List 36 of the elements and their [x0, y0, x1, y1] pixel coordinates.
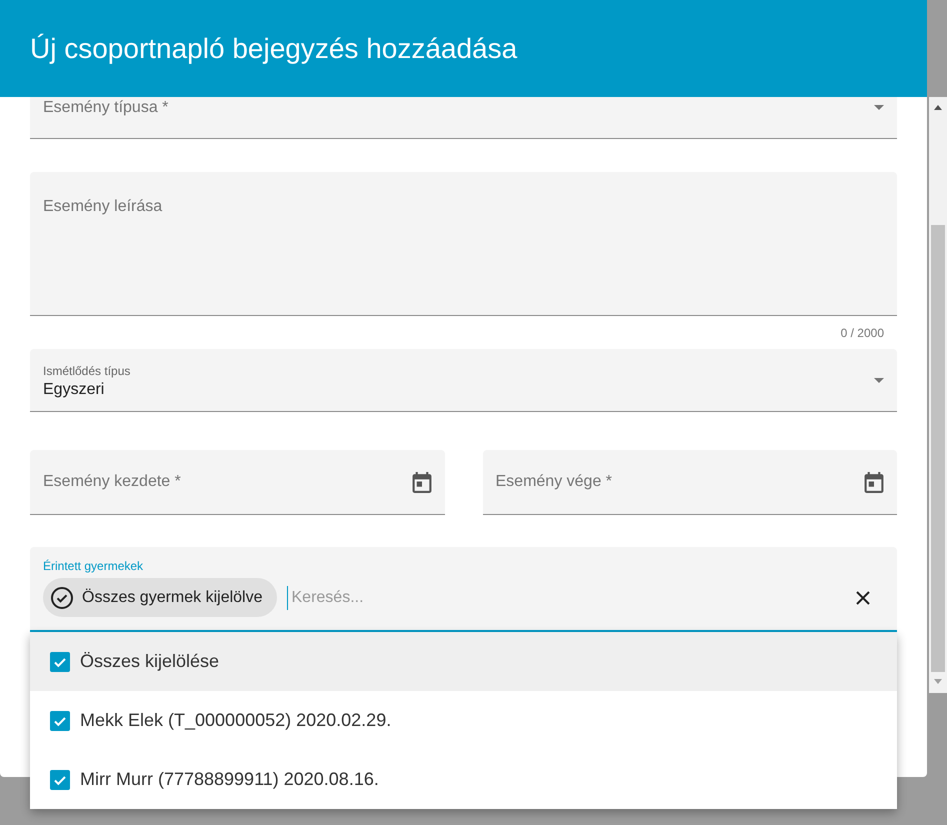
character-counter: 0 / 2000 — [840, 324, 884, 342]
field-label: Ismétlődés típus — [43, 364, 130, 378]
field-label: Esemény kezdete * — [43, 472, 181, 492]
field-label: Esemény leírása — [43, 198, 162, 215]
option-label: Mirr Murr (77788899911) 2020.08.16. — [80, 768, 379, 791]
clear-icon[interactable] — [856, 590, 870, 604]
option-item[interactable]: Mirr Murr (77788899911) 2020.08.16. — [30, 750, 897, 809]
checkbox[interactable] — [50, 770, 70, 790]
calendar-icon[interactable] — [412, 471, 432, 493]
search-input[interactable]: Keresés... — [286, 586, 846, 610]
scrollbar-thumb[interactable] — [931, 225, 945, 672]
calendar-icon[interactable] — [864, 471, 884, 493]
date-field[interactable]: Esemény vége * — [482, 450, 897, 515]
scroll-down-icon[interactable] — [934, 679, 942, 684]
selection-chip[interactable]: Összes gyermek kijelölve — [43, 578, 276, 617]
checkbox[interactable] — [50, 710, 70, 730]
option-item[interactable]: Mekk Elek (T_000000052) 2020.02.29. — [30, 691, 897, 750]
dropdown-caret-icon[interactable] — [874, 378, 884, 382]
field-label: Érintett gyermekek — [43, 559, 144, 573]
check-circle-icon — [51, 586, 73, 608]
scroll-up-icon[interactable] — [934, 105, 942, 110]
children-field[interactable]: Érintett gyermekek Összes gyermek kijelölve Keresés... — [30, 547, 897, 632]
checkbox[interactable] — [50, 652, 70, 672]
field-label: Esemény típusa * — [43, 98, 168, 118]
dropdown-caret-icon[interactable] — [874, 105, 884, 110]
select-field[interactable]: Ismétlődés típus Egyszeri — [30, 349, 897, 412]
textarea-field[interactable]: Esemény leírása — [30, 172, 897, 316]
date-field[interactable]: Esemény kezdete * — [30, 450, 444, 515]
field-value: Egyszeri — [43, 380, 106, 400]
dialog-title: Új csoportnapló bejegyzés hozzáadása — [30, 32, 518, 66]
option-label: Összes kijelölése — [80, 650, 220, 673]
select-field[interactable]: Esemény típusa * — [30, 97, 897, 139]
option-item[interactable]: Összes kijelölése — [30, 632, 897, 691]
option-label: Mekk Elek (T_000000052) 2020.02.29. — [80, 709, 392, 732]
field-label: Esemény vége * — [496, 472, 612, 492]
scrollbar[interactable] — [929, 97, 947, 693]
